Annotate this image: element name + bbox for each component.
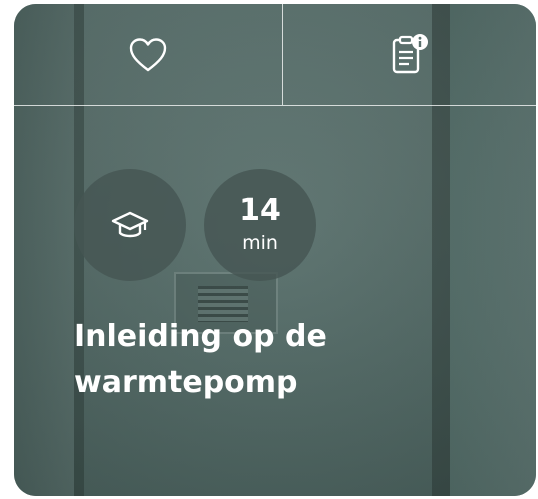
duration-badge: 14 min: [204, 169, 316, 281]
info-button[interactable]: [283, 4, 536, 105]
card-action-bar: [14, 4, 536, 106]
duration-unit: min: [242, 232, 278, 254]
clipboard-info-icon: [392, 33, 428, 73]
course-title[interactable]: Inleiding op de warmtepomp: [74, 314, 494, 406]
graduation-cap-icon: [111, 211, 149, 238]
favorite-button[interactable]: [14, 4, 282, 105]
duration-value: 14: [239, 193, 281, 228]
course-type-badge: [74, 169, 186, 281]
course-card[interactable]: 14 min Inleiding op de warmtepomp: [14, 4, 536, 496]
heart-icon: [129, 37, 167, 71]
